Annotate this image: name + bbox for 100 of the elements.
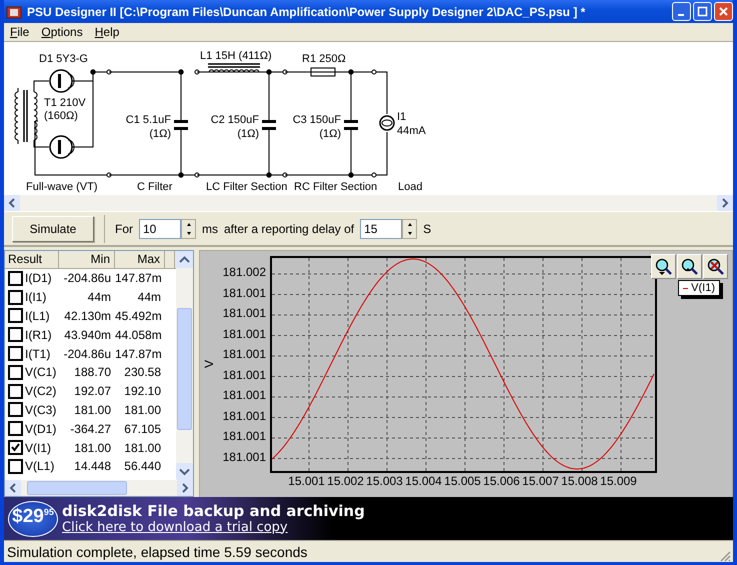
table-cell-text: 44m <box>136 290 162 304</box>
component-label: L1 15H (411Ω) <box>200 50 272 62</box>
checkbox[interactable] <box>8 290 23 305</box>
checkbox[interactable] <box>8 440 23 456</box>
checkbox[interactable] <box>8 346 23 362</box>
checkbox[interactable] <box>8 402 23 418</box>
table-cell: I(I1) <box>25 290 46 304</box>
maximize-icon[interactable] <box>697 6 708 17</box>
tick-label: 15.004 <box>404 474 443 490</box>
section-label: LC Filter Section <box>206 181 288 193</box>
component-label: I1 <box>397 111 406 123</box>
component-label: C1 5.1uF <box>126 114 171 126</box>
delay-field[interactable]: 15 <box>360 218 402 238</box>
component-value: (1Ω) <box>319 128 341 140</box>
table-cell-text: 181.00 <box>123 402 162 417</box>
component-label: R1 250Ω <box>302 53 346 65</box>
price-text: $29 <box>12 506 44 528</box>
menu-item[interactable]: Help <box>94 25 120 39</box>
scrollbar-thumb[interactable] <box>177 308 192 430</box>
menu-item[interactable]: File <box>10 25 30 39</box>
unit-label: S <box>423 222 432 236</box>
zoom-in-icon <box>654 258 672 276</box>
table-cell-text: -204.86u <box>62 346 112 361</box>
table-cell: V(C3) <box>25 402 56 417</box>
window-title: PSU Designer II [C:\Program Files\Duncan Amplification\Power Supply Designer 2\DAC_PS.psu ] * <box>27 4 586 18</box>
maximize-button[interactable] <box>693 2 712 21</box>
component-value: 44mA <box>397 125 426 137</box>
table-cell-text: -204.86u <box>62 271 112 286</box>
table-cell-text: 14.448 <box>73 459 112 474</box>
zoom-out-icon <box>680 258 698 276</box>
tick-label: 181.001 <box>222 326 267 342</box>
minimize-button[interactable] <box>672 2 691 21</box>
table-cell-text: -364.27 <box>69 422 112 436</box>
menu-item[interactable]: Options <box>41 25 83 39</box>
simulate-button[interactable]: Simulate <box>12 216 94 242</box>
ad-headline: disk2disk File backup and archiving <box>62 502 365 520</box>
tick-label: 15.007 <box>521 474 560 490</box>
tick-label: 181.001 <box>222 366 267 382</box>
spin-buttons[interactable] <box>181 218 196 238</box>
spin-buttons[interactable] <box>402 218 418 238</box>
horizontal-scrollbar[interactable] <box>4 195 733 211</box>
table-cell-text: 181.00 <box>73 402 112 417</box>
tick-label: 15.005 <box>443 474 482 490</box>
table-cell-text: 45.492m <box>115 308 163 323</box>
table-cell-text: 147.87m <box>115 346 163 361</box>
table-cell-text: 44.058m <box>115 328 163 342</box>
table-cell: I(D1) <box>25 271 52 286</box>
axis-label: V <box>202 360 216 368</box>
tick-label: 15.008 <box>560 474 599 490</box>
for-label: For <box>115 222 133 236</box>
tick-label: 181.001 <box>222 305 267 321</box>
checkbox[interactable] <box>8 458 23 474</box>
tick-label: 15.002 <box>326 474 365 490</box>
tick-label: 15.009 <box>599 474 638 490</box>
section-label: Load <box>398 181 422 193</box>
table-cell: V(I1) <box>25 440 52 455</box>
table-cell: V(L1) <box>25 459 54 474</box>
zoom-reset-button[interactable] <box>703 254 728 279</box>
table-cell-text: 67.105 <box>123 422 162 436</box>
horizontal-scrollbar[interactable] <box>5 480 193 496</box>
close-icon[interactable] <box>718 6 729 17</box>
download-link[interactable]: Click here to download a trial copy <box>62 520 365 534</box>
table-cell-text: 44m <box>86 290 112 304</box>
table-cell-text: 188.70 <box>73 365 112 380</box>
table-cell: V(D1) <box>25 422 56 436</box>
component-label: T1 210V <box>44 97 86 109</box>
checkbox[interactable] <box>8 327 23 342</box>
section-label: C Filter <box>137 181 172 193</box>
close-button[interactable] <box>714 2 733 21</box>
checkbox[interactable] <box>8 384 23 399</box>
price-cents: 95 <box>44 506 54 518</box>
transformer-symbol <box>14 88 38 144</box>
component-value: (1Ω) <box>237 128 259 140</box>
duration-field[interactable]: 10 <box>139 218 181 238</box>
delay-label: after a reporting delay of <box>224 222 354 236</box>
column-header[interactable]: Max <box>115 251 165 268</box>
table-cell: V(C1) <box>25 365 56 380</box>
column-header[interactable]: Min <box>59 251 115 268</box>
zoom-out-button[interactable] <box>677 254 702 279</box>
vertical-scrollbar[interactable] <box>176 251 193 480</box>
tick-label: 181.001 <box>222 346 267 362</box>
resize-grip-icon <box>719 550 731 562</box>
checkbox[interactable] <box>8 270 23 286</box>
column-header[interactable]: Result <box>5 251 59 268</box>
checkbox[interactable] <box>8 421 23 436</box>
component-value: (160Ω) <box>44 110 78 122</box>
scrollbar-thumb[interactable] <box>27 481 127 495</box>
tick-label: 181.001 <box>222 284 267 300</box>
table-cell-text: 192.07 <box>73 384 112 398</box>
tick-label: 181.001 <box>222 448 267 464</box>
table-cell-text: 147.87m <box>115 271 163 286</box>
section-label: Full-wave (VT) <box>26 181 98 193</box>
component-label: C2 150uF <box>210 114 259 126</box>
checkbox[interactable] <box>8 308 23 324</box>
tick-label: 181.001 <box>222 408 267 424</box>
table-cell-text: 230.58 <box>123 365 162 380</box>
zoom-in-button[interactable] <box>651 254 676 279</box>
table-cell-text: 192.10 <box>123 384 162 398</box>
table-cell: I(L1) <box>25 308 50 323</box>
checkbox[interactable] <box>8 364 23 380</box>
